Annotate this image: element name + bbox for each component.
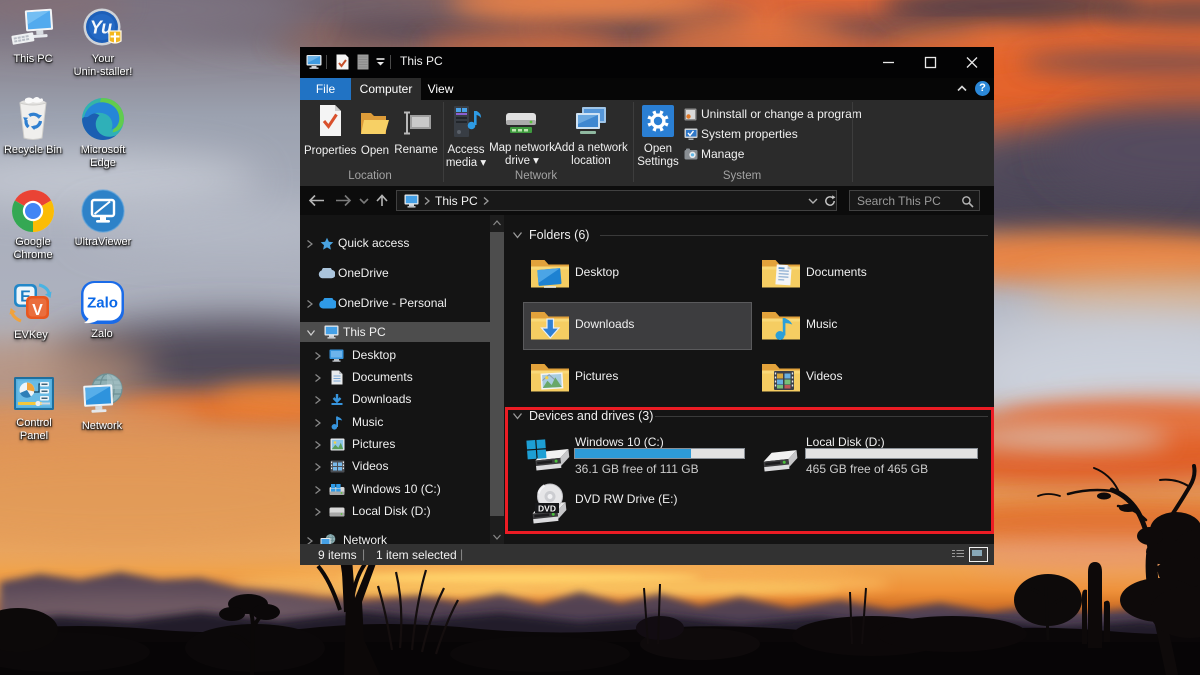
svg-text:Zalo: Zalo	[87, 295, 118, 312]
svg-text:V: V	[32, 302, 43, 319]
